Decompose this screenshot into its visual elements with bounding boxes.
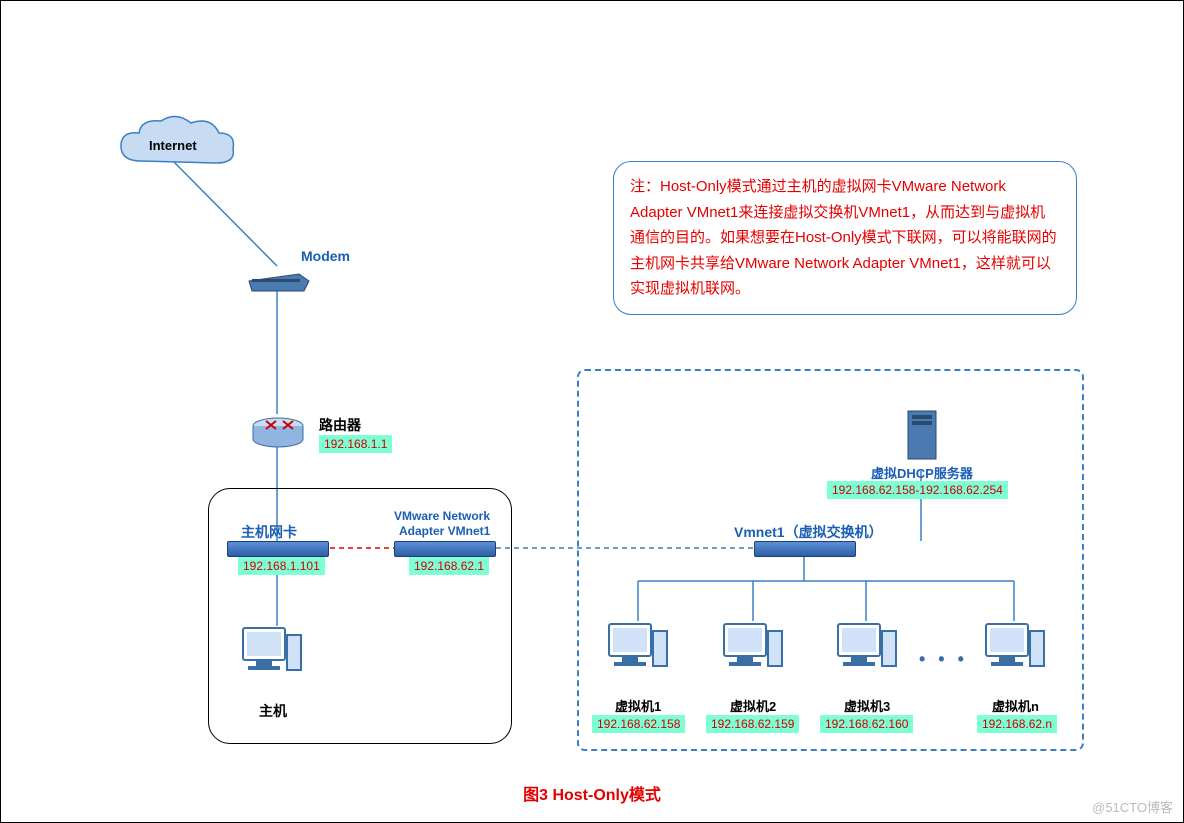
watermark: @51CTO博客 [1092, 797, 1173, 816]
modem-label: Modem [301, 248, 350, 264]
vm1-label: 虚拟机1 [615, 696, 661, 715]
vm-ellipsis: • • • [919, 649, 968, 670]
vm2-label: 虚拟机2 [730, 696, 776, 715]
router-label: 路由器 [319, 415, 361, 435]
router-ip: 192.168.1.1 [319, 435, 392, 453]
vmnet-ip: 192.168.62.1 [409, 557, 489, 575]
vm3-label: 虚拟机3 [844, 696, 890, 715]
host-nic-label: 主机网卡 [241, 522, 297, 542]
caption: 图3 Host-Only模式 [1, 781, 1183, 805]
dhcp-ip: 192.168.62.158-192.168.62.254 [827, 481, 1008, 499]
vm3-ip: 192.168.62.160 [820, 715, 913, 733]
vmnet-icon [394, 541, 496, 557]
vmn-ip: 192.168.62.n [977, 715, 1057, 733]
switch-label: Vmnet1（虚拟交换机） [734, 522, 883, 542]
switch-icon [754, 541, 856, 557]
vmnet-label1: VMware Network [394, 509, 490, 523]
vm1-ip: 192.168.62.158 [592, 715, 685, 733]
diagram-canvas: Internet Modem 路由器 192.168.1.1 主机网卡 192.… [0, 0, 1184, 823]
note-box: 注：Host-Only模式通过主机的虚拟网卡VMware Network Ada… [613, 161, 1077, 315]
vmn-label: 虚拟机n [992, 696, 1039, 715]
vm2-ip: 192.168.62.159 [706, 715, 799, 733]
note-text: 注：Host-Only模式通过主机的虚拟网卡VMware Network Ada… [630, 178, 1057, 297]
internet-label: Internet [149, 138, 197, 153]
host-nic-ip: 192.168.1.101 [238, 557, 325, 575]
vm-box [577, 369, 1084, 751]
dhcp-label: 虚拟DHCP服务器 [871, 463, 973, 482]
host-label: 主机 [259, 701, 287, 721]
host-nic-icon [227, 541, 329, 557]
vmnet-label2: Adapter VMnet1 [399, 524, 490, 538]
